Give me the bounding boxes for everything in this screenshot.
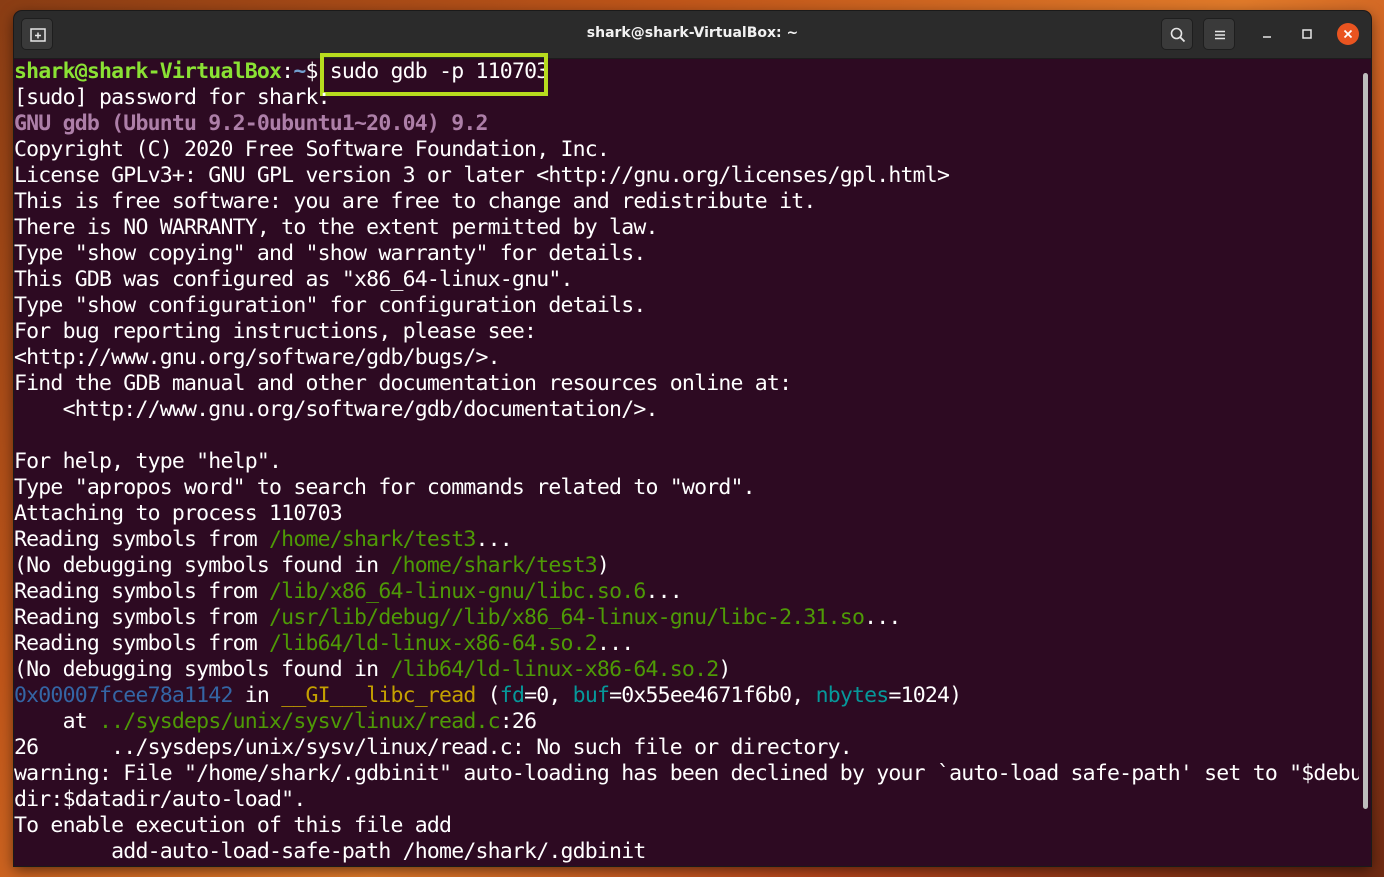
scrollbar-thumb[interactable] (1363, 73, 1368, 809)
ellipsis: ... (596, 631, 634, 656)
output-line: add-auto-load-safe-path /home/shark/.gdb… (14, 839, 646, 864)
search-icon (1170, 27, 1186, 43)
output-line: <http://www.gnu.org/software/gdb/documen… (14, 397, 659, 422)
close-paren: ) (718, 657, 731, 682)
no-debug-label: (No debugging symbols found in (14, 657, 391, 682)
no-debug-symbols-line: (No debugging symbols found in /lib64/ld… (14, 657, 731, 683)
reading-symbols-line: Reading symbols from /usr/lib/debug//lib… (14, 605, 901, 631)
output-line: To enable execution of this file add (14, 813, 452, 838)
file-path: /lib64/ld-linux-x86-64.so.2 (390, 657, 719, 682)
ellipsis: ... (645, 579, 683, 604)
arg-name: fd (499, 683, 525, 708)
search-button[interactable] (1161, 18, 1193, 50)
output-line: License GPLv3+: GNU GPL version 3 or lat… (14, 163, 950, 188)
arg-name: buf (572, 683, 610, 708)
maximize-button[interactable] (1296, 23, 1318, 45)
title-bar[interactable]: shark@shark-VirtualBox: ~ (14, 11, 1371, 59)
terminal-window: shark@shark-VirtualBox: ~ shark@shark-Vi… (14, 11, 1371, 866)
frame-address: 0x00007fcee78a1142 (14, 683, 233, 708)
output-line: For bug reporting instructions, please s… (14, 319, 537, 344)
output-line: dir:$datadir/auto-load". (14, 787, 306, 812)
file-path: /lib64/ld-linux-x86-64.so.2 (269, 631, 598, 656)
reading-symbols-label: Reading symbols from (14, 579, 270, 604)
no-debug-symbols-line: (No debugging symbols found in /home/sha… (14, 553, 610, 579)
arg-value: =0x55ee4671f6b0, (609, 683, 816, 708)
output-line: Attaching to process 110703 (14, 501, 343, 526)
file-path: /home/shark/test3 (269, 527, 476, 552)
stack-frame-line: 0x00007fcee78a1142 in __GI___libc_read (… (14, 683, 962, 709)
source-location-line: at ../sysdeps/unix/sysv/linux/read.c:26 (14, 709, 537, 735)
close-icon (1343, 29, 1353, 39)
file-path: /lib/x86_64-linux-gnu/libc.so.6 (269, 579, 646, 604)
prompt-user: shark@shark-VirtualBox (14, 59, 282, 84)
close-paren: ) (596, 553, 610, 578)
file-path: /home/shark/test3 (390, 553, 597, 578)
frame-function: __GI___libc_read (281, 683, 476, 708)
output-line: Type "apropos word" to search for comman… (14, 475, 756, 500)
hamburger-menu-icon (1215, 30, 1225, 40)
gdb-version-line: GNU gdb (Ubuntu 9.2-0ubuntu1~20.04) 9.2 (14, 111, 488, 136)
reading-symbols-line: Reading symbols from /lib64/ld-linux-x86… (14, 631, 634, 657)
output-line: This GDB was configured as "x86_64-linux… (14, 267, 573, 292)
maximize-icon (1302, 29, 1312, 39)
reading-symbols-line: Reading symbols from /lib/x86_64-linux-g… (14, 579, 683, 605)
at-prefix: at (14, 709, 100, 734)
output-line: This is free software: you are free to c… (14, 189, 816, 214)
close-button[interactable] (1337, 23, 1359, 45)
no-debug-label: (No debugging symbols found in (14, 553, 391, 578)
prompt-colon: : (281, 59, 294, 84)
output-line: Find the GDB manual and other documentat… (14, 371, 792, 396)
arg-value: =1024) (888, 683, 962, 708)
terminal-output[interactable]: shark@shark-VirtualBox:~$ sudo gdb -p 11… (14, 53, 1371, 866)
prompt-path: ~ (293, 59, 306, 84)
output-line: For help, type "help". (14, 449, 282, 474)
output-line: <http://www.gnu.org/software/gdb/bugs/>. (14, 345, 501, 370)
output-line: [sudo] password for shark: (14, 85, 331, 110)
reading-symbols-line: Reading symbols from /home/shark/test3..… (14, 527, 513, 553)
minimize-icon (1263, 36, 1271, 38)
arg-name: nbytes (815, 683, 890, 708)
file-path: /usr/lib/debug//lib/x86_64-linux-gnu/lib… (269, 605, 865, 630)
ellipsis: ... (475, 527, 512, 552)
output-line: Copyright (C) 2020 Free Software Foundat… (14, 137, 610, 162)
minimize-button[interactable] (1256, 23, 1278, 45)
output-line: Type "show copying" and "show warranty" … (14, 241, 646, 266)
menu-button[interactable] (1203, 18, 1235, 50)
source-line-number: :26 (499, 709, 537, 734)
source-path: ../sysdeps/unix/sysv/linux/read.c (99, 709, 501, 734)
output-line: Type "show configuration" for configurat… (14, 293, 646, 318)
warning-line: warning: File "/home/shark/.gdbinit" aut… (14, 761, 1371, 786)
reading-symbols-label: Reading symbols from (14, 527, 270, 552)
ellipsis: ... (864, 605, 901, 630)
reading-symbols-label: Reading symbols from (14, 631, 270, 656)
command-highlight-box (320, 53, 548, 96)
output-line: 26 ../sysdeps/unix/sysv/linux/read.c: No… (14, 735, 853, 760)
scrollbar[interactable] (1359, 59, 1371, 866)
frame-in: in (232, 683, 282, 708)
reading-symbols-label: Reading symbols from (14, 605, 270, 630)
arg-value: =0, (524, 683, 573, 708)
output-line: There is NO WARRANTY, to the extent perm… (14, 215, 658, 240)
frame-open-paren: ( (475, 683, 501, 708)
